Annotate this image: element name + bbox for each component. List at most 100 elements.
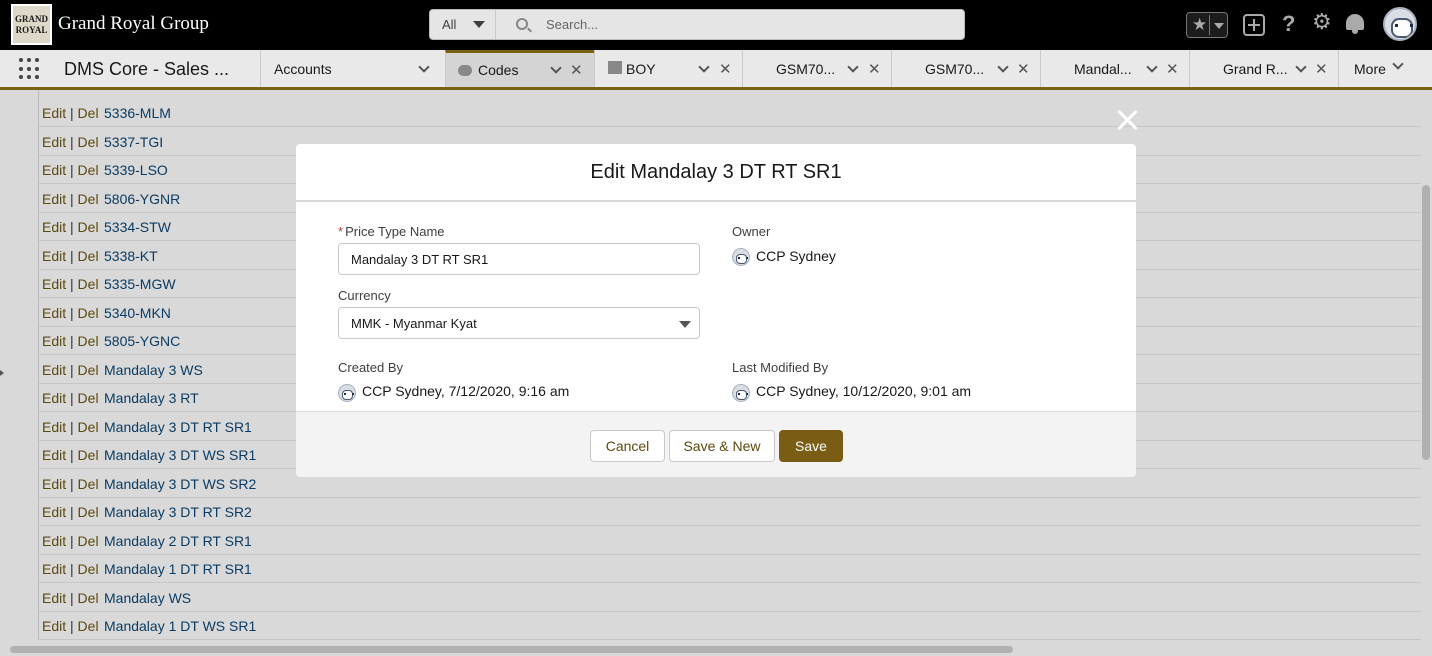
edit-link[interactable]: Edit [42,419,66,435]
edit-link[interactable]: Edit [42,390,66,406]
close-modal-icon[interactable] [1116,108,1140,132]
chevron-down-icon[interactable] [847,61,859,73]
row-code-link[interactable]: Mandalay 3 DT RT SR2 [104,504,252,520]
chevron-down-icon[interactable] [418,61,430,73]
close-icon[interactable]: ✕ [868,60,881,78]
row-code-link[interactable]: 5340-MKN [104,305,171,321]
close-icon[interactable]: ✕ [1315,60,1328,78]
cancel-button[interactable]: Cancel [590,430,665,462]
row-code-link[interactable]: Mandalay 1 DT WS SR1 [104,618,256,634]
help-icon[interactable]: ? [1282,11,1295,37]
edit-link[interactable]: Edit [42,305,66,321]
created-by-value[interactable]: CCP Sydney, 7/12/2020, 9:16 am [362,383,569,399]
company-logo[interactable]: GRAND ROYAL [11,4,52,45]
delete-link[interactable]: Del [78,191,99,207]
edit-link[interactable]: Edit [42,191,66,207]
chevron-down-icon[interactable] [997,61,1009,73]
row-code-link[interactable]: Mandalay 3 DT RT SR1 [104,419,252,435]
delete-link[interactable]: Del [78,419,99,435]
edit-link[interactable]: Edit [42,590,66,606]
more-tabs-menu[interactable]: More [1338,50,1432,87]
chevron-down-icon[interactable] [1146,61,1158,73]
edit-link[interactable]: Edit [42,248,66,264]
chevron-down-icon[interactable] [1214,23,1224,29]
edit-link[interactable]: Edit [42,476,66,492]
row-code-link[interactable]: 5805-YGNC [104,333,180,349]
delete-link[interactable]: Del [78,476,99,492]
delete-link[interactable]: Del [78,561,99,577]
delete-link[interactable]: Del [78,162,99,178]
row-code-link[interactable]: 5335-MGW [104,276,176,292]
edit-link[interactable]: Edit [42,276,66,292]
row-code-link[interactable]: Mandalay 3 RT [104,390,199,406]
horizontal-scrollbar[interactable] [10,646,1013,653]
delete-link[interactable]: Del [78,447,99,463]
tab-grand-royal[interactable]: Grand R... ✕ [1189,50,1338,87]
edit-link[interactable]: Edit [42,533,66,549]
edit-link[interactable]: Edit [42,105,66,121]
row-code-link[interactable]: Mandalay 2 DT RT SR1 [104,533,252,549]
save-and-new-button[interactable]: Save & New [669,430,775,462]
global-actions-plus-icon[interactable] [1243,14,1265,36]
row-code-link[interactable]: 5334-STW [104,219,171,235]
delete-link[interactable]: Del [78,390,99,406]
app-launcher-icon[interactable] [19,58,41,80]
delete-link[interactable]: Del [78,105,99,121]
close-icon[interactable]: ✕ [1017,60,1030,78]
price-type-name-input[interactable] [338,243,700,275]
vertical-scrollbar[interactable] [1422,185,1430,460]
delete-link[interactable]: Del [78,219,99,235]
currency-select[interactable]: MMK - Myanmar Kyat [338,307,700,339]
chevron-down-icon[interactable] [1295,61,1307,73]
row-code-link[interactable]: Mandalay 3 DT WS SR2 [104,476,256,492]
tab-accounts[interactable]: Accounts [260,50,445,87]
edit-link[interactable]: Edit [42,162,66,178]
row-code-link[interactable]: 5336-MLM [104,105,171,121]
delete-link[interactable]: Del [78,333,99,349]
delete-link[interactable]: Del [78,248,99,264]
delete-link[interactable]: Del [78,276,99,292]
search-scope-dropdown[interactable]: All [430,10,496,39]
delete-link[interactable]: Del [78,504,99,520]
gear-icon[interactable]: ⚙ [1312,9,1332,35]
delete-link[interactable]: Del [78,533,99,549]
delete-link[interactable]: Del [78,134,99,150]
delete-link[interactable]: Del [78,618,99,634]
save-button[interactable]: Save [779,430,843,462]
edit-link[interactable]: Edit [42,561,66,577]
tab-codes[interactable]: Codes ✕ [445,50,594,87]
edit-link[interactable]: Edit [42,134,66,150]
row-code-link[interactable]: Mandalay 1 DT RT SR1 [104,561,252,577]
chevron-down-icon[interactable] [550,62,562,74]
collapse-arrow-icon[interactable] [0,370,4,376]
edit-link[interactable]: Edit [42,618,66,634]
close-icon[interactable]: ✕ [570,61,583,79]
edit-link[interactable]: Edit [42,333,66,349]
row-code-link[interactable]: 5338-KT [104,248,158,264]
chevron-down-icon[interactable] [698,61,710,73]
tab-gsm70-2[interactable]: GSM70... ✕ [891,50,1040,87]
favorites-button[interactable]: ★ [1186,12,1228,38]
delete-link[interactable]: Del [78,362,99,378]
owner-value[interactable]: CCP Sydney [756,248,836,264]
row-code-link[interactable]: Mandalay WS [104,590,191,606]
delete-link[interactable]: Del [78,590,99,606]
row-code-link[interactable]: 5339-LSO [104,162,168,178]
close-icon[interactable]: ✕ [719,60,732,78]
search-input[interactable] [546,10,946,39]
row-code-link[interactable]: Mandalay 3 DT WS SR1 [104,447,256,463]
edit-link[interactable]: Edit [42,447,66,463]
tab-mandalay[interactable]: Mandal... ✕ [1040,50,1189,87]
last-modified-value[interactable]: CCP Sydney, 10/12/2020, 9:01 am [756,383,971,399]
row-code-link[interactable]: 5806-YGNR [104,191,180,207]
tab-boy[interactable]: BOY ✕ [594,50,742,87]
row-code-link[interactable]: Mandalay 3 WS [104,362,203,378]
edit-link[interactable]: Edit [42,362,66,378]
row-code-link[interactable]: 5337-TGI [104,134,163,150]
close-icon[interactable]: ✕ [1166,60,1179,78]
edit-link[interactable]: Edit [42,504,66,520]
bell-icon[interactable] [1346,14,1364,34]
edit-link[interactable]: Edit [42,219,66,235]
user-avatar[interactable] [1383,7,1417,41]
tab-gsm70-1[interactable]: GSM70... ✕ [742,50,891,87]
